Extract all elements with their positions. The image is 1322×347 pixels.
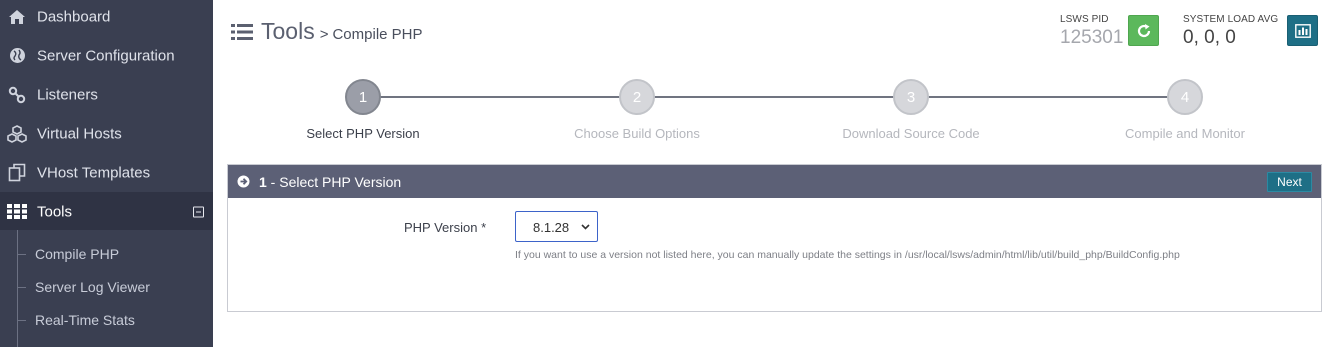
- grid-icon: [6, 202, 28, 222]
- sidebar-item-label: Tools: [37, 203, 73, 220]
- php-version-selected-value: 8.1.28: [533, 220, 570, 235]
- step-4-indicator[interactable]: 4: [1167, 79, 1203, 115]
- sidebar-item-label: Listeners: [37, 86, 98, 103]
- realtime-stats-button[interactable]: [1287, 15, 1318, 46]
- step-connector: [637, 96, 911, 98]
- submenu-branch-line: [17, 253, 26, 255]
- sidebar-subitem-label: Real-Time Stats: [35, 311, 135, 328]
- breadcrumb-separator: >: [319, 26, 329, 43]
- sidebar-item-listeners[interactable]: Listeners: [0, 75, 213, 114]
- lsws-pid-value: 125301: [1060, 27, 1124, 48]
- page-subtitle: Compile PHP: [332, 26, 423, 43]
- system-load-label: SYSTEM LOAD AVG: [1183, 14, 1279, 25]
- step-3-indicator[interactable]: 3: [893, 79, 929, 115]
- panel-title-text: - Select PHP Version: [266, 174, 402, 190]
- restart-button[interactable]: [1128, 15, 1159, 46]
- system-load-value: 0, 0, 0: [1183, 27, 1236, 48]
- sidebar-item-label: VHost Templates: [37, 164, 151, 181]
- step-3-label: Download Source Code: [842, 126, 980, 141]
- sidebar-item-virtual-hosts[interactable]: Virtual Hosts: [0, 114, 213, 153]
- lsws-pid-label: LSWS PID: [1060, 14, 1109, 25]
- sidebar-item-label: Server Configuration: [37, 47, 175, 64]
- refresh-icon: [1137, 23, 1150, 37]
- wizard-steps: 1 2 3 4 Select PHP Version Choose Build …: [227, 70, 1322, 150]
- sidebar: Dashboard Server Configuration Listeners…: [0, 0, 213, 347]
- sidebar-item-label: Dashboard: [37, 8, 111, 25]
- sidebar-item-vhost-templates[interactable]: VHost Templates: [0, 153, 213, 192]
- step-1-indicator[interactable]: 1: [345, 79, 381, 115]
- sidebar-subitem-real-time-stats[interactable]: Real-Time Stats: [0, 303, 213, 336]
- submenu-branch-line: [17, 319, 26, 321]
- select-php-version-panel: 1 - Select PHP Version Next PHP Version …: [227, 164, 1322, 312]
- php-version-select[interactable]: 8.1.28: [515, 211, 598, 242]
- cubes-icon: [6, 124, 28, 144]
- page-title: Tools > Compile PHP: [231, 18, 423, 45]
- sidebar-subitem-compile-php[interactable]: Compile PHP: [0, 237, 213, 270]
- step-2-indicator[interactable]: 2: [619, 79, 655, 115]
- globe-icon: [6, 46, 28, 66]
- step-connector: [911, 96, 1185, 98]
- sidebar-item-tools[interactable]: Tools: [0, 192, 213, 231]
- sidebar-item-label: Virtual Hosts: [37, 125, 122, 142]
- panel-step-number: 1: [259, 174, 267, 190]
- app-root: Dashboard Server Configuration Listeners…: [0, 0, 1322, 347]
- php-version-help-text: If you want to use a version not listed …: [515, 249, 1180, 261]
- submenu-branch-line: [17, 286, 26, 288]
- sidebar-subitem-label: Server Log Viewer: [35, 278, 150, 295]
- step-1-label: Select PHP Version: [306, 126, 420, 141]
- sidebar-item-server-configuration[interactable]: Server Configuration: [0, 36, 213, 75]
- collapse-toggle-icon[interactable]: [193, 206, 204, 217]
- panel-header: 1 - Select PHP Version Next: [228, 165, 1321, 198]
- step-2-label: Choose Build Options: [574, 126, 700, 141]
- next-button[interactable]: Next: [1267, 172, 1312, 192]
- page-title-text: Tools: [261, 18, 315, 44]
- php-version-label: PHP Version *: [404, 220, 487, 235]
- sidebar-subitem-label: Compile PHP: [35, 245, 120, 262]
- step-connector: [363, 96, 637, 98]
- panel-title: 1 - Select PHP Version: [259, 174, 401, 190]
- tools-submenu: Compile PHP Server Log Viewer Real-Time …: [0, 230, 213, 347]
- sidebar-subitem-server-log-viewer[interactable]: Server Log Viewer: [0, 270, 213, 303]
- chevron-down-icon: [581, 224, 590, 230]
- copy-icon: [6, 163, 28, 183]
- list-icon: [231, 23, 253, 40]
- link-icon: [6, 85, 28, 105]
- step-4-label: Compile and Monitor: [1125, 126, 1245, 141]
- sidebar-item-dashboard[interactable]: Dashboard: [0, 0, 213, 36]
- home-icon: [6, 7, 28, 27]
- bar-chart-icon: [1294, 23, 1311, 38]
- arrow-circle-right-icon: [237, 175, 250, 188]
